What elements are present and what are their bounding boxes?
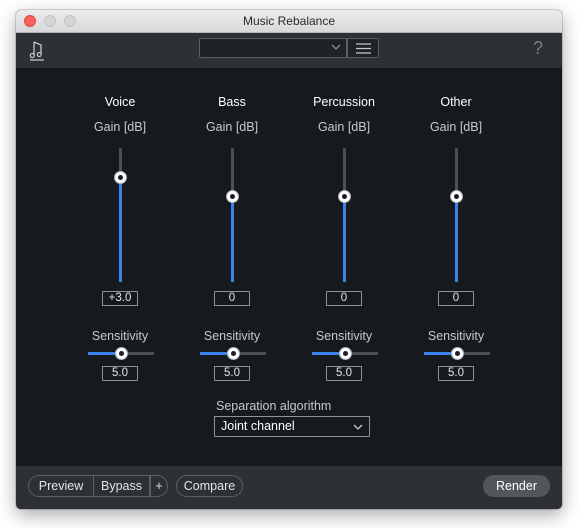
sensitivity-value-field[interactable]: 5.0 [102,366,138,381]
gain-slider-thumb[interactable] [338,190,351,203]
gain-label: Gain [dB] [317,120,371,134]
separation-algorithm-value: Joint channel [221,419,295,433]
sensitivity-label: Sensitivity [203,329,261,343]
chevron-down-icon [331,44,341,50]
sensitivity-value-field[interactable]: 5.0 [214,366,250,381]
column-title: Other [440,95,472,109]
sensitivity-label: Sensitivity [91,329,149,343]
chevron-down-icon [353,424,363,430]
gain-value-field[interactable]: 0 [326,291,362,306]
sensitivity-label: Sensitivity [427,329,485,343]
sensitivity-label: Sensitivity [315,329,373,343]
separation-algorithm-label: Separation algorithm [216,399,332,413]
gain-label: Gain [dB] [429,120,483,134]
separation-algorithm-dropdown[interactable]: Joint channel [214,416,370,437]
column-title: Bass [218,95,246,109]
gain-slider-fill [119,178,122,282]
title-bar: Music Rebalance [16,10,562,33]
bypass-button[interactable]: Bypass [94,475,150,497]
main-panel: Voice Gain [dB] +3.0 Sensitivity 5.0 Bas… [16,68,562,466]
sensitivity-slider-thumb[interactable] [339,347,352,360]
toolbar: ? [16,33,562,68]
window-title: Music Rebalance [242,14,336,28]
compare-button[interactable]: Compare [176,475,243,497]
render-button[interactable]: Render [483,475,550,497]
gain-value-field[interactable]: 0 [214,291,250,306]
gain-slider-thumb[interactable] [450,190,463,203]
column-title: Voice [104,95,136,109]
gain-label: Gain [dB] [93,120,147,134]
gain-slider-thumb[interactable] [114,171,127,184]
footer-bar: Preview Bypass + Compare Render [16,466,562,509]
hamburger-icon [356,43,371,54]
preview-button[interactable]: Preview [28,475,94,497]
sensitivity-slider-thumb[interactable] [115,347,128,360]
music-rebalance-window: Music Rebalance ? Voice Gain [dB] +3.0 S… [16,10,562,509]
gain-slider-fill [231,197,234,282]
gain-slider-fill [343,197,346,282]
sensitivity-slider-thumb[interactable] [451,347,464,360]
sensitivity-slider-thumb[interactable] [227,347,240,360]
gain-label: Gain [dB] [205,120,259,134]
music-rebalance-icon [29,41,44,61]
help-button[interactable]: ? [533,38,543,59]
sensitivity-value-field[interactable]: 5.0 [438,366,474,381]
sensitivity-value-field[interactable]: 5.0 [326,366,362,381]
add-bypass-button[interactable]: + [150,475,168,497]
gain-value-field[interactable]: +3.0 [102,291,138,306]
preset-menu-button[interactable] [347,38,379,58]
gain-slider-fill [455,197,458,282]
preset-dropdown[interactable] [199,38,347,58]
column-title: Percussion [313,95,375,109]
gain-value-field[interactable]: 0 [438,291,474,306]
gain-slider-thumb[interactable] [226,190,239,203]
